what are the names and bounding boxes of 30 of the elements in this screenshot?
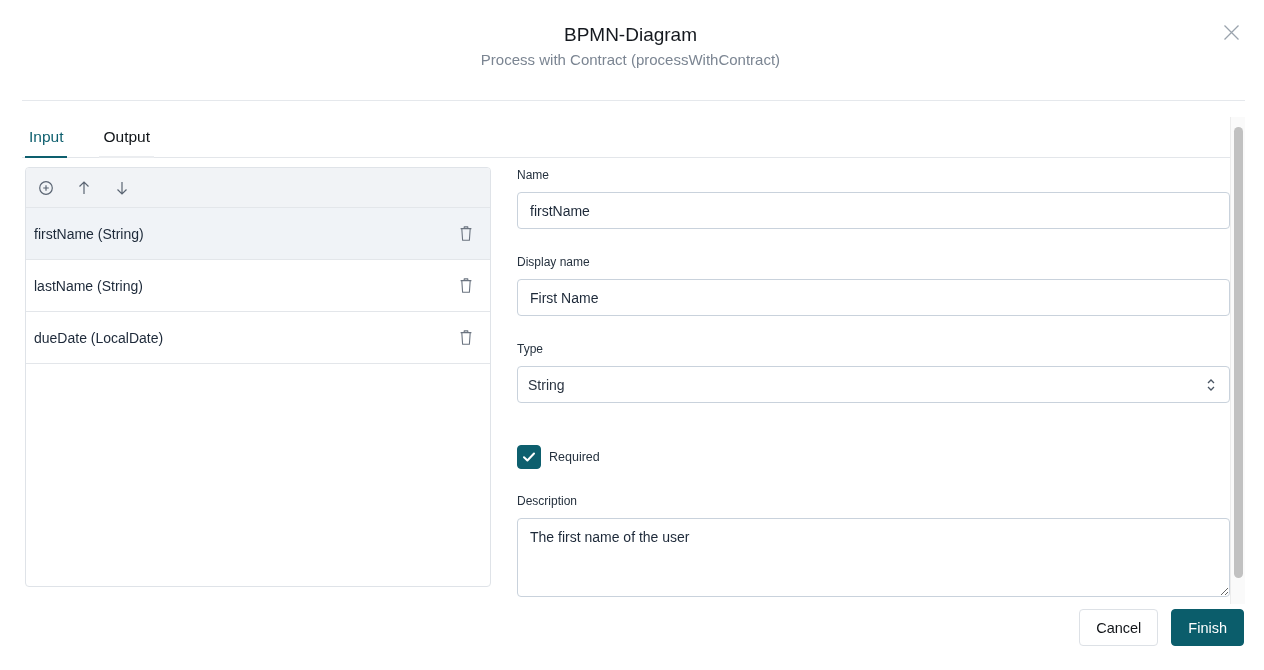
add-icon[interactable] bbox=[39, 180, 53, 195]
dialog-button[interactable]: Finish bbox=[1171, 609, 1244, 646]
textarea-field[interactable]: The first name of the user bbox=[517, 518, 1230, 597]
tab[interactable]: Input bbox=[25, 117, 68, 158]
arrow-up-icon[interactable] bbox=[78, 180, 90, 195]
field-label: Type bbox=[517, 341, 544, 357]
parameter-label: lastName (String) bbox=[34, 277, 143, 294]
close-icon[interactable] bbox=[1224, 25, 1239, 40]
scrollbar-thumb[interactable] bbox=[1234, 127, 1243, 578]
parameter-row[interactable]: firstName (String) bbox=[26, 208, 490, 260]
trash-icon[interactable] bbox=[460, 226, 472, 241]
dialog-subtitle: Process with Contract (processWithContract) bbox=[480, 51, 781, 69]
checkmark-icon bbox=[523, 452, 535, 462]
type-select[interactable]: String bbox=[517, 366, 1230, 403]
tab[interactable]: Output bbox=[99, 117, 154, 158]
field-label: Name bbox=[517, 167, 550, 183]
chevron-updown-icon bbox=[1207, 378, 1215, 391]
field-label: Display name bbox=[517, 254, 591, 270]
dialog-button[interactable]: Cancel bbox=[1079, 609, 1159, 646]
field-label: Description bbox=[517, 493, 579, 509]
dialog-title: BPMN-Diagram bbox=[562, 24, 698, 46]
trash-icon[interactable] bbox=[460, 330, 472, 345]
text-field[interactable]: firstName bbox=[517, 192, 1230, 229]
checkbox[interactable] bbox=[517, 445, 541, 469]
text-field[interactable]: First Name bbox=[517, 279, 1230, 316]
parameter-label: dueDate (LocalDate) bbox=[34, 329, 164, 346]
arrow-down-icon[interactable] bbox=[116, 180, 128, 195]
parameter-label: firstName (String) bbox=[34, 225, 144, 242]
trash-icon[interactable] bbox=[460, 278, 472, 293]
checkbox-label: Required bbox=[549, 450, 600, 464]
